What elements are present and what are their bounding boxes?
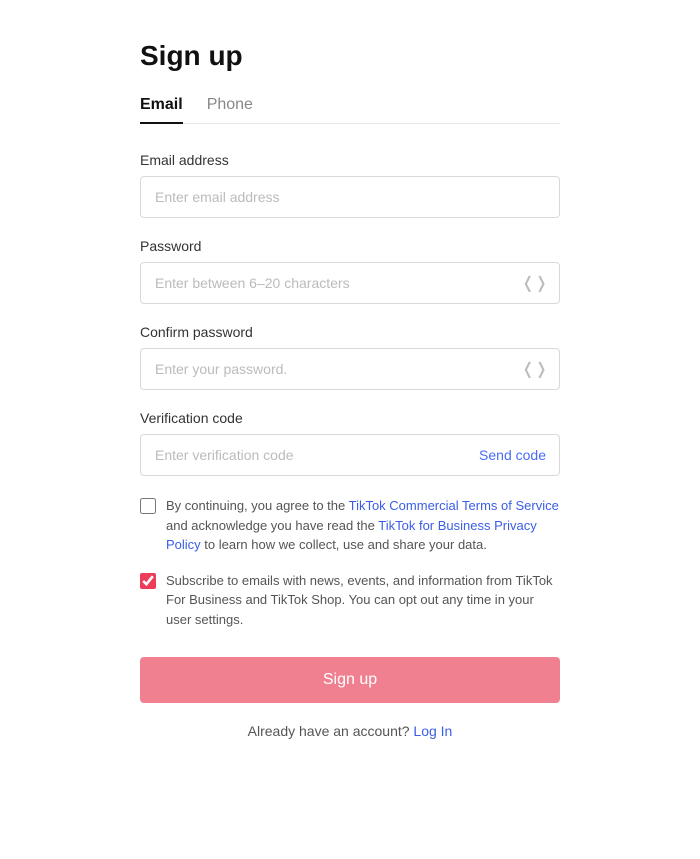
login-link[interactable]: Log In (413, 723, 452, 739)
confirm-password-label: Confirm password (140, 324, 560, 340)
confirm-password-field-group: Confirm password ❬❭ (140, 324, 560, 390)
terms-checkbox-row: By continuing, you agree to the TikTok C… (140, 496, 560, 555)
password-input[interactable] (140, 262, 560, 304)
email-label: Email address (140, 152, 560, 168)
confirm-password-input-wrapper: ❬❭ (140, 348, 560, 390)
password-eye-icon[interactable]: ❬❭ (521, 273, 548, 293)
privacy-link[interactable]: TikTok for Business Privacy Policy (166, 518, 537, 553)
password-field-group: Password ❬❭ (140, 238, 560, 304)
auth-tabs: Email Phone (140, 96, 560, 124)
password-input-wrapper: ❬❭ (140, 262, 560, 304)
verification-label: Verification code (140, 410, 560, 426)
signup-form: Sign up Email Phone Email address Passwo… (120, 0, 580, 779)
subscribe-label: Subscribe to emails with news, events, a… (166, 571, 560, 630)
page-title: Sign up (140, 40, 560, 72)
verification-input-wrapper: Send code (140, 434, 560, 476)
verification-field-group: Verification code Send code (140, 410, 560, 476)
email-input-wrapper (140, 176, 560, 218)
send-code-button[interactable]: Send code (479, 447, 546, 463)
terms-link[interactable]: TikTok Commercial Terms of Service (349, 498, 559, 513)
terms-label: By continuing, you agree to the TikTok C… (166, 496, 560, 555)
signup-button[interactable]: Sign up (140, 657, 560, 703)
email-field-group: Email address (140, 152, 560, 218)
confirm-password-eye-icon[interactable]: ❬❭ (521, 359, 548, 379)
subscribe-checkbox-row: Subscribe to emails with news, events, a… (140, 571, 560, 630)
subscribe-checkbox[interactable] (140, 573, 156, 589)
confirm-password-input[interactable] (140, 348, 560, 390)
tab-phone[interactable]: Phone (207, 96, 253, 124)
login-row: Already have an account? Log In (140, 723, 560, 739)
tab-email[interactable]: Email (140, 96, 183, 124)
terms-checkbox[interactable] (140, 498, 156, 514)
password-label: Password (140, 238, 560, 254)
email-input[interactable] (140, 176, 560, 218)
